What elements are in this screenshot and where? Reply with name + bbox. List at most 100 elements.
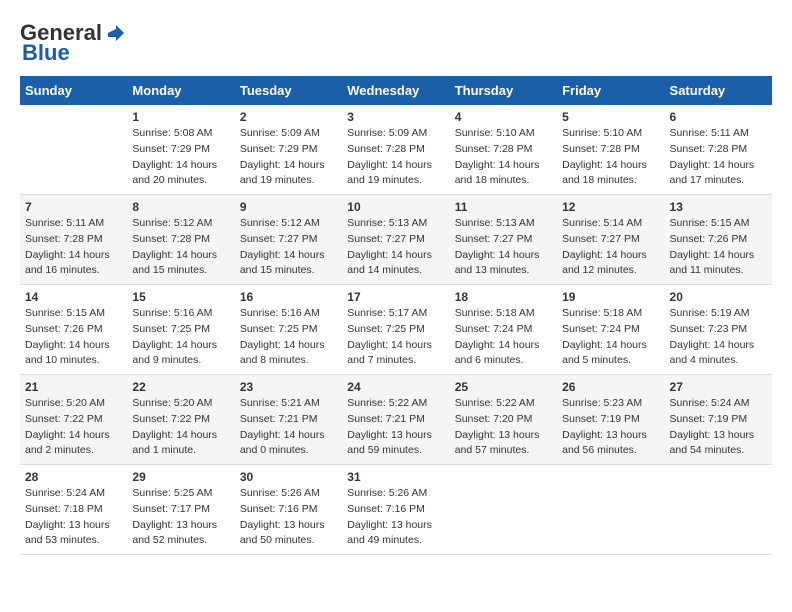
day-number: 22 [132, 380, 229, 394]
day-info: Sunrise: 5:13 AM Sunset: 7:27 PM Dayligh… [455, 216, 552, 279]
day-cell: 7 Sunrise: 5:11 AM Sunset: 7:28 PM Daylig… [20, 195, 127, 285]
header-sunday: Sunday [20, 76, 127, 105]
day-info: Sunrise: 5:16 AM Sunset: 7:25 PM Dayligh… [132, 306, 229, 369]
day-number: 3 [347, 110, 444, 124]
day-cell: 12Sunrise: 5:14 AM Sunset: 7:27 PM Dayli… [557, 195, 664, 285]
header-thursday: Thursday [450, 76, 557, 105]
page-header: General Blue [20, 20, 772, 66]
day-number: 26 [562, 380, 659, 394]
day-cell: 30 Sunrise: 5:26 AM Sunset: 7:16 PM Dayli… [235, 465, 342, 555]
day-number: 18 [455, 290, 552, 304]
day-number: 14 [25, 290, 122, 304]
day-cell: 13Sunrise: 5:15 AM Sunset: 7:26 PM Dayli… [665, 195, 772, 285]
day-info: Sunrise: 5:17 AM Sunset: 7:25 PM Dayligh… [347, 306, 444, 369]
day-info: Sunrise: 5:22 AM Sunset: 7:21 PM Dayligh… [347, 396, 444, 459]
day-number: 28 [25, 470, 122, 484]
day-cell [665, 465, 772, 555]
day-number: 5 [562, 110, 659, 124]
day-info: Sunrise: 5:21 AM Sunset: 7:21 PM Dayligh… [240, 396, 337, 459]
calendar-header-row: SundayMondayTuesdayWednesdayThursdayFrid… [20, 76, 772, 105]
day-number: 29 [132, 470, 229, 484]
day-info: Sunrise: 5:25 AM Sunset: 7:17 PM Dayligh… [132, 486, 229, 549]
day-number: 9 [240, 200, 337, 214]
week-row-5: 28 Sunrise: 5:24 AM Sunset: 7:18 PM Dayli… [20, 465, 772, 555]
day-info: Sunrise: 5:20 AM Sunset: 7:22 PM Dayligh… [25, 396, 122, 459]
day-info: Sunrise: 5:11 AM Sunset: 7:28 PM Dayligh… [25, 216, 122, 279]
day-number: 2 [240, 110, 337, 124]
day-cell: 23Sunrise: 5:21 AM Sunset: 7:21 PM Dayli… [235, 375, 342, 465]
day-cell: 6 Sunrise: 5:11 AM Sunset: 7:28 PM Daylig… [665, 105, 772, 195]
day-cell [557, 465, 664, 555]
day-cell: 26 Sunrise: 5:23 AM Sunset: 7:19 PM Dayli… [557, 375, 664, 465]
day-cell: 25Sunrise: 5:22 AM Sunset: 7:20 PM Dayli… [450, 375, 557, 465]
day-cell: 5 Sunrise: 5:10 AM Sunset: 7:28 PM Daylig… [557, 105, 664, 195]
logo-bird-icon [104, 23, 124, 43]
day-number: 27 [670, 380, 767, 394]
day-info: Sunrise: 5:22 AM Sunset: 7:20 PM Dayligh… [455, 396, 552, 459]
day-info: Sunrise: 5:26 AM Sunset: 7:16 PM Dayligh… [240, 486, 337, 549]
day-cell: 8Sunrise: 5:12 AM Sunset: 7:28 PM Daylig… [127, 195, 234, 285]
day-cell: 20Sunrise: 5:19 AM Sunset: 7:23 PM Dayli… [665, 285, 772, 375]
day-number: 1 [132, 110, 229, 124]
day-number: 11 [455, 200, 552, 214]
calendar-table: SundayMondayTuesdayWednesdayThursdayFrid… [20, 76, 772, 555]
day-info: Sunrise: 5:16 AM Sunset: 7:25 PM Dayligh… [240, 306, 337, 369]
day-cell: 1 Sunrise: 5:08 AM Sunset: 7:29 PM Daylig… [127, 105, 234, 195]
day-info: Sunrise: 5:11 AM Sunset: 7:28 PM Dayligh… [670, 126, 767, 189]
day-number: 19 [562, 290, 659, 304]
day-cell: 19 Sunrise: 5:18 AM Sunset: 7:24 PM Dayli… [557, 285, 664, 375]
day-number: 6 [670, 110, 767, 124]
day-number: 7 [25, 200, 122, 214]
day-info: Sunrise: 5:10 AM Sunset: 7:28 PM Dayligh… [455, 126, 552, 189]
day-info: Sunrise: 5:24 AM Sunset: 7:18 PM Dayligh… [25, 486, 122, 549]
day-number: 15 [132, 290, 229, 304]
header-friday: Friday [557, 76, 664, 105]
day-info: Sunrise: 5:09 AM Sunset: 7:28 PM Dayligh… [347, 126, 444, 189]
day-cell: 2 Sunrise: 5:09 AM Sunset: 7:29 PM Daylig… [235, 105, 342, 195]
day-info: Sunrise: 5:08 AM Sunset: 7:29 PM Dayligh… [132, 126, 229, 189]
day-number: 31 [347, 470, 444, 484]
day-cell: 9Sunrise: 5:12 AM Sunset: 7:27 PM Daylig… [235, 195, 342, 285]
day-cell: 16 Sunrise: 5:16 AM Sunset: 7:25 PM Dayli… [235, 285, 342, 375]
day-number: 21 [25, 380, 122, 394]
week-row-4: 21 Sunrise: 5:20 AM Sunset: 7:22 PM Dayli… [20, 375, 772, 465]
day-number: 13 [670, 200, 767, 214]
day-cell: 10Sunrise: 5:13 AM Sunset: 7:27 PM Dayli… [342, 195, 449, 285]
day-cell: 17 Sunrise: 5:17 AM Sunset: 7:25 PM Dayli… [342, 285, 449, 375]
day-cell: 28 Sunrise: 5:24 AM Sunset: 7:18 PM Dayli… [20, 465, 127, 555]
header-wednesday: Wednesday [342, 76, 449, 105]
day-info: Sunrise: 5:09 AM Sunset: 7:29 PM Dayligh… [240, 126, 337, 189]
day-number: 20 [670, 290, 767, 304]
day-cell: 21 Sunrise: 5:20 AM Sunset: 7:22 PM Dayli… [20, 375, 127, 465]
day-cell: 14 Sunrise: 5:15 AM Sunset: 7:26 PM Dayli… [20, 285, 127, 375]
day-number: 16 [240, 290, 337, 304]
day-cell: 11 Sunrise: 5:13 AM Sunset: 7:27 PM Dayli… [450, 195, 557, 285]
day-info: Sunrise: 5:20 AM Sunset: 7:22 PM Dayligh… [132, 396, 229, 459]
day-info: Sunrise: 5:23 AM Sunset: 7:19 PM Dayligh… [562, 396, 659, 459]
day-info: Sunrise: 5:10 AM Sunset: 7:28 PM Dayligh… [562, 126, 659, 189]
day-cell: 3 Sunrise: 5:09 AM Sunset: 7:28 PM Daylig… [342, 105, 449, 195]
week-row-2: 7 Sunrise: 5:11 AM Sunset: 7:28 PM Daylig… [20, 195, 772, 285]
day-number: 30 [240, 470, 337, 484]
day-cell: 31 Sunrise: 5:26 AM Sunset: 7:16 PM Dayli… [342, 465, 449, 555]
day-cell: 27 Sunrise: 5:24 AM Sunset: 7:19 PM Dayli… [665, 375, 772, 465]
logo-blue-text: Blue [20, 40, 70, 66]
day-number: 17 [347, 290, 444, 304]
day-info: Sunrise: 5:18 AM Sunset: 7:24 PM Dayligh… [562, 306, 659, 369]
week-row-1: 1 Sunrise: 5:08 AM Sunset: 7:29 PM Daylig… [20, 105, 772, 195]
day-info: Sunrise: 5:18 AM Sunset: 7:24 PM Dayligh… [455, 306, 552, 369]
day-cell: 15 Sunrise: 5:16 AM Sunset: 7:25 PM Dayli… [127, 285, 234, 375]
header-tuesday: Tuesday [235, 76, 342, 105]
day-info: Sunrise: 5:24 AM Sunset: 7:19 PM Dayligh… [670, 396, 767, 459]
day-cell: 4Sunrise: 5:10 AM Sunset: 7:28 PM Daylig… [450, 105, 557, 195]
day-cell: 29 Sunrise: 5:25 AM Sunset: 7:17 PM Dayli… [127, 465, 234, 555]
day-cell [20, 105, 127, 195]
day-number: 8 [132, 200, 229, 214]
day-info: Sunrise: 5:15 AM Sunset: 7:26 PM Dayligh… [25, 306, 122, 369]
day-cell: 24Sunrise: 5:22 AM Sunset: 7:21 PM Dayli… [342, 375, 449, 465]
day-number: 12 [562, 200, 659, 214]
day-cell [450, 465, 557, 555]
day-cell: 18 Sunrise: 5:18 AM Sunset: 7:24 PM Dayli… [450, 285, 557, 375]
week-row-3: 14 Sunrise: 5:15 AM Sunset: 7:26 PM Dayli… [20, 285, 772, 375]
day-info: Sunrise: 5:26 AM Sunset: 7:16 PM Dayligh… [347, 486, 444, 549]
